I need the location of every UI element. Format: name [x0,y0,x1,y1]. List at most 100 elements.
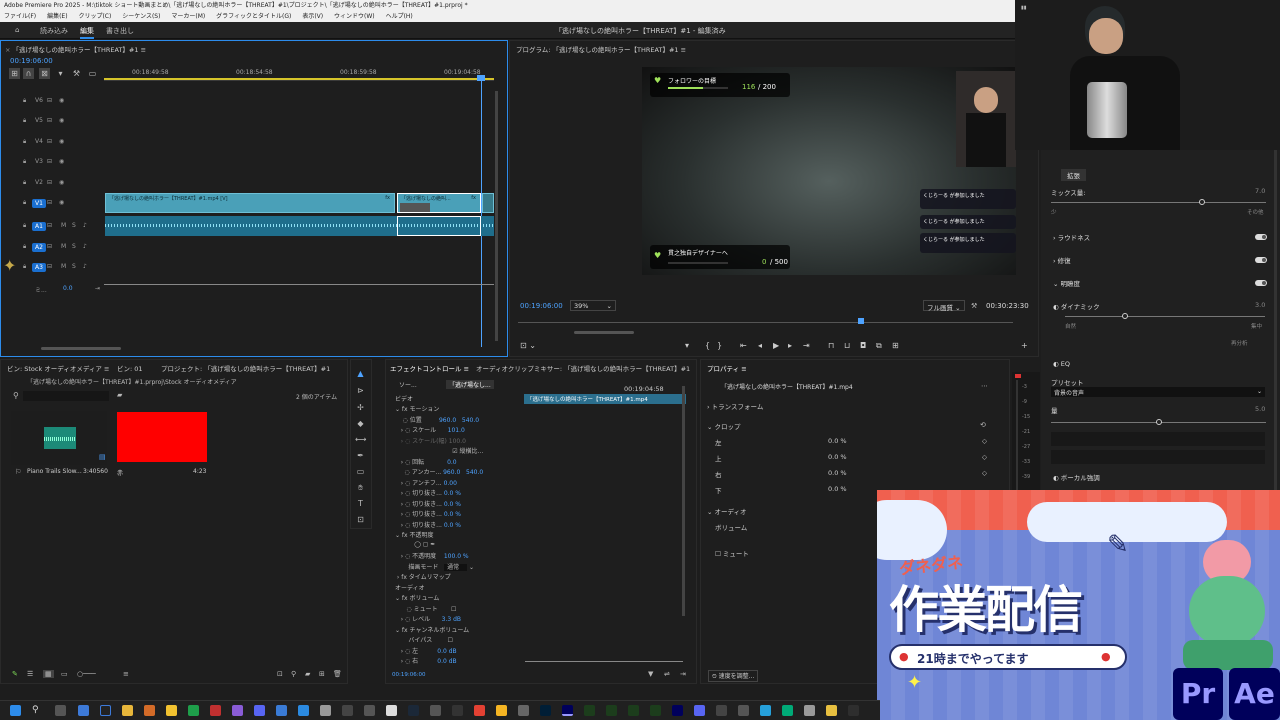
preset-select[interactable]: 背景の音声 ⌄ [1051,387,1265,397]
app-icon[interactable] [386,705,397,716]
ec-blend-mode[interactable]: 描画モード 通常 ⌄ [395,562,474,571]
menu-sequence[interactable]: シーケンス(S) [122,13,160,20]
effect-controls-tab[interactable]: エフェクトコントロール ≡ [390,363,469,373]
linked-icon[interactable]: ∩ [23,68,34,79]
reset-icon[interactable]: ⟲ [980,421,986,429]
eye-icon[interactable]: ◉ [59,199,64,206]
prop-transform[interactable]: › トランスフォーム [707,401,763,411]
lock-icon[interactable]: 🔒︎ [23,117,26,125]
menu-graphics[interactable]: グラフィックとタイトル(G) [216,13,291,20]
ec-level[interactable]: › ◌ レベル 3.3 dB [395,614,461,623]
goto-in-icon[interactable]: ⇤ [740,341,747,350]
eye-icon[interactable]: ◉ [59,179,64,186]
export-frame-icon[interactable]: ⊞ [892,341,899,350]
type-tool-icon[interactable]: T [355,498,366,509]
timeline-timecode[interactable]: 00:19:06:00 [10,57,53,65]
ec-uniform[interactable]: ☑ 縦横比... [395,446,483,455]
audio-mixer-tab[interactable]: オーディオクリップミキサー: 「逃げ場なしの絶叫ホラー【THREAT】#1 [476,363,690,373]
app-icon[interactable] [496,705,507,716]
ec-scrollbar[interactable] [682,386,685,616]
insert-icon[interactable]: ⊓ [828,341,834,350]
new-bin-icon[interactable]: ▰ [305,670,310,678]
wrench-icon[interactable]: ⚒ [71,68,82,79]
app-icon[interactable] [342,705,353,716]
expand-button[interactable]: 拡張 [1061,169,1086,181]
ec-right[interactable]: › ◌ 右 0.0 dB [395,656,457,665]
sync-icon[interactable]: ⊟ [47,263,52,270]
out-point-icon[interactable]: } [717,341,722,350]
sync-icon[interactable]: ⊟ [47,179,52,186]
menu-marker[interactable]: マーカー(M) [171,13,205,20]
vocal-enhance-row[interactable]: ◐ ボーカル強調 [1053,472,1100,482]
play-icon[interactable]: ▶ [773,341,779,350]
sync-icon[interactable]: ⊟ [47,222,52,229]
speed-button[interactable]: ⏲ 速度を調整... [708,670,759,682]
slip-icon[interactable]: ⟷ [355,434,366,445]
prop-crop-bottom[interactable]: 下 [715,485,722,495]
compare-icon[interactable]: ⧉ [876,341,882,351]
reanalyze-button[interactable]: 再分析 [1231,339,1248,347]
app-icon[interactable] [694,705,705,716]
app-icon[interactable] [210,705,221,716]
ec-zoom-bar[interactable] [525,661,683,662]
dynamics-slider[interactable] [1065,316,1265,317]
app-icon[interactable] [650,705,661,716]
sync-icon[interactable]: ⊟ [47,199,52,206]
loop-icon[interactable]: ⇌ [664,670,670,678]
clarity-section[interactable]: ⌄ 明瞭度 [1053,278,1080,288]
ec-scale[interactable]: › ◌ スケール 101.0 [395,425,465,434]
sync-icon[interactable]: ⊟ [47,158,52,165]
prop-crop-top[interactable]: 上 [715,453,722,463]
ec-bypass2[interactable]: バイパス ☐ [395,635,453,644]
zoom-select[interactable]: 39% ⌄ [570,300,616,311]
app-icon[interactable] [100,705,111,716]
sync-icon[interactable]: ⊟ [47,138,52,145]
photoshop-icon[interactable] [540,705,551,716]
lock-icon[interactable]: 🔒︎ [23,97,26,105]
prop-crop-bottom-value[interactable]: 0.0 % [828,485,847,493]
work-area-bar[interactable] [104,78,494,80]
overwrite-icon[interactable]: ⊔ [844,341,850,350]
ec-antiflicker[interactable]: › ◌ アンチフ... 0.00 [395,478,457,487]
automate-icon[interactable]: ⊡ [277,670,283,678]
app-icon[interactable] [738,705,749,716]
app-icon[interactable] [782,705,793,716]
steam-icon[interactable] [408,705,419,716]
lock-icon[interactable]: 🔒︎ [23,138,26,146]
lock-icon[interactable]: 🔒︎ [23,263,26,271]
export-icon[interactable]: ⇥ [680,670,686,678]
new-item-icon[interactable]: ⊞ [319,670,325,678]
find-icon[interactable]: ⚲ [291,670,296,678]
solo-button[interactable]: S [72,263,76,270]
chrome-icon[interactable] [474,705,485,716]
mute-button[interactable]: M [61,243,66,250]
timeline-v-scrollbar[interactable] [495,91,498,341]
freeform-icon[interactable]: ▭ [61,670,68,678]
ripple-edit-icon[interactable]: ✢ [355,402,366,413]
app-icon[interactable] [760,705,771,716]
program-playhead[interactable] [858,318,864,324]
solo-button[interactable]: S [72,243,76,250]
ec-position[interactable]: ◌ 位置 960.0 540.0 [395,415,479,424]
icon-view-icon[interactable]: ▦ [43,670,54,678]
ec-motion[interactable]: ⌄ fx モーション [395,404,439,413]
bin-item-red-matte[interactable] [117,412,207,462]
file-explorer-icon[interactable] [166,705,177,716]
app-icon[interactable] [232,705,243,716]
app-icon[interactable] [188,705,199,716]
sound-scrollbar[interactable] [1274,150,1277,490]
ec-rotation[interactable]: › ◌ 回転 0.0 [395,457,457,466]
keyframe-icon[interactable]: ◇ [982,453,987,461]
app-icon[interactable] [628,705,639,716]
sequence-tab[interactable]: 「逃げ場なし... [446,380,494,389]
app-icon[interactable] [584,705,595,716]
goto-out-icon[interactable]: ⇥ [803,341,810,350]
ec-crop-top[interactable]: › ◌ 切り抜き... 0.0 % [395,499,461,508]
prop-crop-left-value[interactable]: 0.0 % [828,437,847,445]
trash-icon[interactable]: 🗑︎ [333,670,342,678]
app-icon[interactable] [78,705,89,716]
prop-crop[interactable]: ⌄ クロップ [707,421,741,431]
properties-tab[interactable]: プロパティ ≡ [707,363,747,373]
dynamics-row[interactable]: ◐ ダイナミック [1053,301,1100,311]
selection-tool-icon[interactable]: ▲ [355,368,366,379]
